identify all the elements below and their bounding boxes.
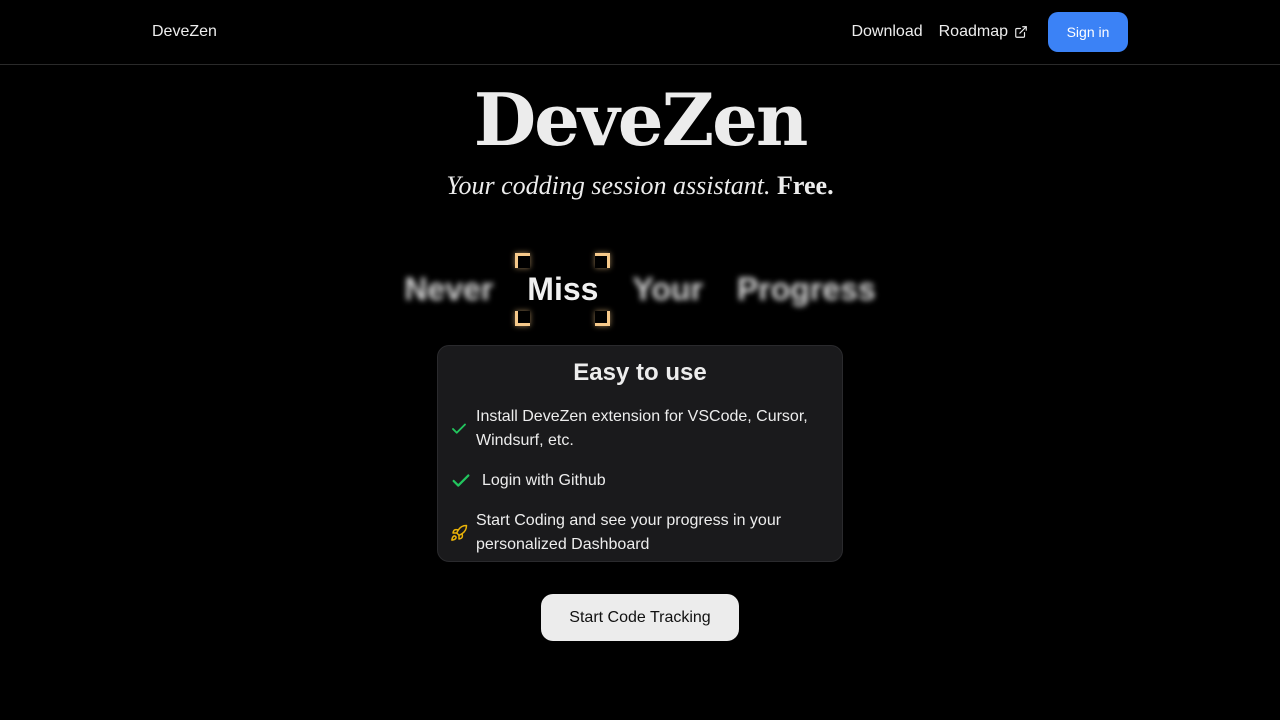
sign-in-button[interactable]: Sign in (1048, 12, 1128, 52)
easy-to-use-card: Easy to use Install DeveZen extension fo… (437, 345, 843, 562)
brand-link[interactable]: DeveZen (152, 22, 217, 42)
focus-corner (595, 310, 611, 326)
top-navbar: DeveZen Download Roadmap Sign in (0, 0, 1280, 65)
step-install: Install DeveZen extension for VSCode, Cu… (450, 405, 830, 453)
main-nav: Download Roadmap Sign in (851, 12, 1128, 52)
step-login: Login with Github (450, 469, 830, 493)
rocket-icon (451, 524, 468, 541)
nav-download-link[interactable]: Download (851, 23, 922, 41)
rotator-word-focused: Miss (515, 252, 611, 326)
hero-free-label: Free. (777, 171, 834, 200)
external-link-icon (1015, 26, 1027, 38)
focus-corner (595, 252, 611, 268)
focus-corner (515, 252, 531, 268)
card-title: Easy to use (573, 359, 707, 386)
step-text: Install DeveZen extension for VSCode, Cu… (476, 408, 808, 449)
rotator-word: Your (632, 270, 703, 307)
rotator-word-focused-text: Miss (527, 270, 599, 307)
rotator-word: Progress (736, 270, 876, 307)
hero-subtitle: Your codding session assistant. Free. (0, 170, 1280, 202)
start-code-tracking-button[interactable]: Start Code Tracking (541, 594, 739, 641)
word-rotator: Never Miss Your Progress (0, 252, 1280, 326)
focus-corner (515, 310, 531, 326)
check-icon (452, 423, 466, 434)
nav-roadmap-link[interactable]: Roadmap (939, 23, 1028, 41)
rotator-word: Never (404, 270, 494, 307)
step-text: Login with Github (482, 472, 606, 489)
nav-download-label: Download (851, 23, 923, 40)
step-start-coding: Start Coding and see your progress in yo… (450, 509, 830, 557)
hero-tagline: Your codding session assistant. (446, 171, 771, 200)
check-icon (452, 474, 470, 487)
nav-roadmap-label: Roadmap (938, 23, 1008, 40)
step-text: Start Coding and see your progress in yo… (476, 512, 782, 553)
hero-title: DeveZen (473, 77, 809, 162)
